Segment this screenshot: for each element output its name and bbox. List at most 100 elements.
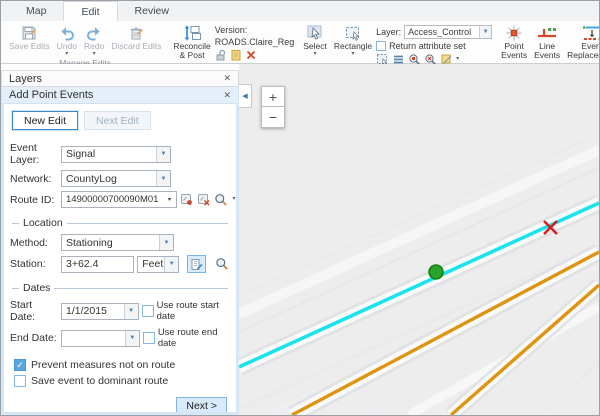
- location-section-title: Location: [23, 217, 63, 229]
- location-section-separator: Location: [12, 217, 228, 229]
- select-button[interactable]: Select ▾: [300, 22, 330, 57]
- reconcile-icon: [183, 24, 201, 41]
- tab-review[interactable]: Review: [118, 1, 186, 21]
- select-cursor-icon: [306, 24, 324, 41]
- clear-route-icon[interactable]: [197, 193, 211, 207]
- panel-collapse-button[interactable]: ◀: [239, 84, 252, 108]
- group-selection: Select ▾ Rectangle ▾ Layer: Access_Contr…: [297, 21, 495, 63]
- new-edit-button[interactable]: New Edit: [12, 111, 78, 130]
- save-icon: [21, 24, 37, 41]
- use-route-start-date-checkbox[interactable]: ✓: [142, 305, 154, 317]
- station-label: Station:: [10, 258, 58, 270]
- zoom-out-button[interactable]: −: [261, 107, 285, 128]
- route-id-dropdown-arrow[interactable]: ▾: [162, 192, 176, 207]
- group-manage-edits: Save Edits Undo ▾ Redo ▾: [3, 21, 167, 63]
- selection-options: Layer: Access_Control ▼ Return attribute…: [376, 22, 492, 66]
- dates-section-separator: Dates: [12, 282, 228, 294]
- redo-button[interactable]: Redo ▾: [81, 22, 107, 57]
- group-edit-events: Point Events Line Events Event Replaceme…: [495, 21, 600, 63]
- station-units-combobox[interactable]: Feet ▼: [137, 256, 179, 273]
- event-layer-row: Event Layer: Signal ▼: [10, 142, 230, 166]
- delete-version-icon[interactable]: [245, 49, 257, 61]
- network-row: Network: CountyLog ▼: [10, 170, 230, 187]
- rectangle-select-button[interactable]: Rectangle ▾: [331, 22, 375, 57]
- end-date-picker[interactable]: ▼: [61, 330, 140, 347]
- network-combobox[interactable]: CountyLog ▼: [61, 170, 171, 187]
- event-replacement-icon: [581, 24, 600, 41]
- use-route-end-date-checkbox[interactable]: ✓: [143, 332, 155, 344]
- version-label: Version:: [215, 25, 295, 35]
- undo-button[interactable]: Undo ▾: [54, 22, 80, 57]
- layer-combobox[interactable]: Access_Control ▼: [404, 25, 492, 39]
- tab-edit[interactable]: Edit: [63, 1, 117, 21]
- layers-pane-header[interactable]: Layers ✕: [1, 70, 239, 87]
- basemap-texture: [239, 134, 599, 415]
- select-dropdown-caret[interactable]: ▾: [314, 52, 317, 57]
- station-input[interactable]: 3+62.4: [61, 256, 134, 273]
- select-route-on-map-icon[interactable]: [180, 193, 194, 207]
- new-version-icon[interactable]: [230, 49, 242, 61]
- station-units-dropdown-arrow[interactable]: ▼: [164, 257, 178, 272]
- start-date-picker[interactable]: 1/1/2015 ▼: [61, 303, 139, 320]
- use-route-start-date-label: Use route start date: [157, 300, 230, 322]
- return-attribute-set-label: Return attribute set: [389, 41, 466, 51]
- close-icon[interactable]: ✕: [223, 90, 231, 101]
- method-combobox[interactable]: Stationing ▼: [61, 234, 174, 251]
- use-route-end-date-label: Use route end date: [158, 327, 230, 349]
- add-point-events-header[interactable]: Add Point Events ✕: [1, 87, 239, 104]
- save-edits-button[interactable]: Save Edits: [6, 22, 53, 51]
- return-attribute-set-checkbox[interactable]: [376, 41, 386, 51]
- layers-pane-title: Layers: [9, 73, 42, 85]
- unlock-icon[interactable]: [215, 49, 227, 61]
- network-label: Network:: [10, 173, 58, 185]
- clear-selection-caret[interactable]: ▾: [456, 57, 459, 62]
- end-date-row: End Date: ▼ ✓ Use route end date: [10, 327, 230, 349]
- save-dominant-checkbox[interactable]: ✓: [14, 375, 26, 387]
- event-layer-label: Event Layer:: [10, 142, 58, 166]
- end-date-dropdown-arrow[interactable]: ▼: [125, 331, 139, 346]
- redo-icon: [86, 24, 102, 41]
- discard-edits-button[interactable]: Discard Edits: [108, 22, 164, 51]
- method-dropdown-arrow[interactable]: ▼: [159, 235, 173, 250]
- zoom-to-route-icon[interactable]: [214, 193, 229, 207]
- map-canvas: [239, 64, 599, 415]
- method-label: Method:: [10, 237, 58, 249]
- event-replacement-button[interactable]: Event Replacement: [564, 22, 600, 60]
- reconcile-post-button[interactable]: Reconcile & Post: [170, 22, 213, 60]
- pick-location-from-map-button[interactable]: [187, 255, 206, 273]
- start-date-dropdown-arrow[interactable]: ▼: [124, 304, 138, 319]
- rectangle-select-icon: [344, 24, 362, 41]
- event-layer-dropdown-arrow[interactable]: ▼: [156, 147, 170, 162]
- point-events-icon: [505, 24, 523, 41]
- zoom-to-route-caret[interactable]: ▾: [232, 197, 235, 202]
- next-button[interactable]: Next >: [176, 397, 227, 415]
- save-dominant-row: ✓ Save event to dominant route: [14, 375, 226, 387]
- zoom-to-location-icon[interactable]: [215, 257, 230, 271]
- close-icon[interactable]: ✕: [223, 73, 231, 84]
- undo-icon: [59, 24, 75, 41]
- map-zoom-control: + −: [261, 86, 285, 128]
- arcgis-pro-window: Map Edit Review Save Edits Undo ▾: [0, 0, 600, 416]
- event-layer-combobox[interactable]: Signal ▼: [61, 146, 171, 163]
- dates-section-title: Dates: [23, 282, 50, 294]
- tab-map[interactable]: Map: [9, 1, 63, 21]
- line-events-button[interactable]: Line Events: [531, 22, 563, 60]
- route-id-label: Route ID:: [10, 194, 58, 206]
- next-edit-button[interactable]: Next Edit: [84, 111, 151, 130]
- prevent-measures-checkbox[interactable]: ✓: [14, 359, 26, 371]
- pick-location-icon: [190, 258, 203, 271]
- rectangle-dropdown-caret[interactable]: ▾: [351, 52, 354, 57]
- prevent-measures-label: Prevent measures not on route: [31, 359, 175, 371]
- left-dock-panel: Layers ✕ Add Point Events ✕ New Edit Nex…: [1, 64, 239, 415]
- route-id-combobox[interactable]: 14900000700090M01 ▾: [61, 191, 177, 208]
- add-point-events-pane: Add Point Events ✕ New Edit Next Edit Ev…: [1, 87, 239, 415]
- collapse-left-icon: ◀: [242, 92, 247, 100]
- point-events-button[interactable]: Point Events: [498, 22, 530, 60]
- route-id-row: Route ID: 14900000700090M01 ▾: [10, 191, 230, 208]
- start-date-label: Start Date:: [10, 299, 58, 323]
- layer-dropdown-arrow[interactable]: ▼: [479, 26, 491, 38]
- zoom-in-button[interactable]: +: [261, 86, 285, 107]
- network-dropdown-arrow[interactable]: ▼: [156, 171, 170, 186]
- station-row: Station: 3+62.4 Feet ▼: [10, 255, 230, 273]
- map-view[interactable]: ◀ + −: [239, 64, 599, 415]
